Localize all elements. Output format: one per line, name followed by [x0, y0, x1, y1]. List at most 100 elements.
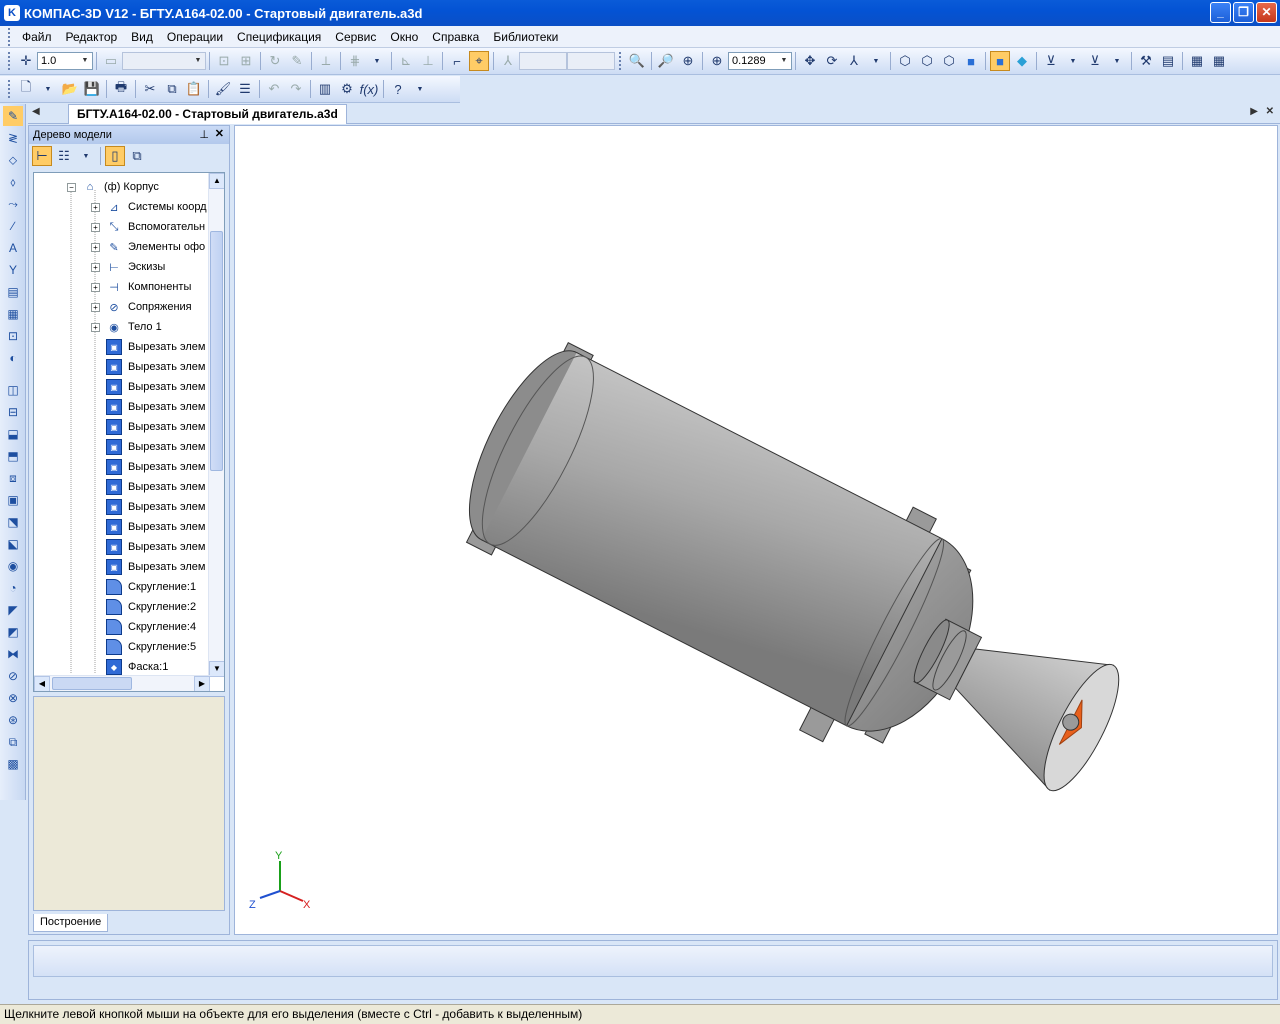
tree-item[interactable]: − ⌂ (ф) Корпус — [67, 177, 159, 197]
rib-icon[interactable]: ⬔ — [3, 512, 23, 532]
tree-item[interactable]: ▣ Вырезать элем — [91, 337, 205, 357]
cut-icon[interactable]: ✂ — [140, 79, 160, 99]
tab-build[interactable]: Построение — [33, 914, 109, 932]
tree-item[interactable]: ▣ Вырезать элем — [91, 537, 205, 557]
menu-file[interactable]: Файл — [15, 30, 59, 44]
tree-item[interactable]: ▣ Вырезать элем — [91, 497, 205, 517]
tree-item[interactable]: Скругление:5 — [91, 637, 196, 657]
zoom-combo[interactable]: 0.1289 ▼ — [728, 52, 792, 70]
chevron-down-icon[interactable]: ▼ — [79, 54, 91, 68]
properties-icon[interactable]: ☰ — [235, 79, 255, 99]
tree-item[interactable]: ◆ Фаска:1 — [91, 657, 168, 677]
scroll-left-icon[interactable]: ◀ — [34, 676, 50, 691]
tree-item[interactable]: ▣ Вырезать элем — [91, 377, 205, 397]
split-icon[interactable]: ⊗ — [3, 688, 23, 708]
hscroll-thumb[interactable] — [52, 677, 132, 690]
menu-grip[interactable] — [8, 27, 11, 46]
halftone-edges-icon[interactable]: ■ — [990, 51, 1010, 71]
scroll-thumb[interactable] — [210, 231, 223, 471]
tree-item[interactable]: ▣ Вырезать элем — [91, 357, 205, 377]
coordinates-icon[interactable]: ⅄ — [498, 51, 518, 71]
extrude-icon[interactable]: ◫ — [3, 380, 23, 400]
variables-icon[interactable]: f(x) — [359, 79, 379, 99]
orientation-icon[interactable]: ⊞ — [236, 51, 256, 71]
format-painter-icon[interactable]: 🖌 — [213, 79, 233, 99]
chevron-down-icon[interactable]: ▼ — [192, 54, 204, 68]
close-panel-icon[interactable]: ✕ — [215, 127, 224, 140]
sketch-tools-icon[interactable]: ≷ — [3, 128, 23, 148]
menu-window[interactable]: Окно — [383, 30, 425, 44]
grid-icon[interactable]: ⋕ — [345, 51, 365, 71]
dimensions-icon[interactable]: ∕ — [3, 216, 23, 236]
chevron-down-icon[interactable]: ▼ — [410, 79, 430, 99]
annotations-icon[interactable]: A — [3, 238, 23, 258]
section-icon[interactable]: ⊘ — [3, 666, 23, 686]
menu-libraries[interactable]: Библиотеки — [486, 30, 565, 44]
rotate-body-icon[interactable]: ⬓ — [3, 424, 23, 444]
close-doc-icon[interactable]: ✕ — [1266, 106, 1274, 117]
rotate-icon[interactable]: ⟳ — [822, 51, 842, 71]
menu-view[interactable]: Вид — [124, 30, 160, 44]
boolean-icon[interactable]: ⧈ — [3, 468, 23, 488]
tree-item[interactable]: ▣ Вырезать элем — [91, 517, 205, 537]
zoom-scale-icon[interactable]: ⊕ — [707, 51, 727, 71]
coord-x-field[interactable] — [519, 52, 567, 70]
expand-toggle-icon[interactable]: + — [91, 242, 100, 252]
tree-item[interactable]: ▣ Вырезать элем — [91, 417, 205, 437]
toolbar-grip[interactable] — [619, 52, 622, 70]
zoom-in-icon[interactable]: ⊕ — [678, 51, 698, 71]
ortho-mode-icon[interactable]: ⌐ — [447, 51, 467, 71]
build-order-icon[interactable]: ⊢ — [32, 146, 52, 166]
paste-icon[interactable]: 📋 — [184, 79, 204, 99]
save-icon[interactable]: 💾 — [82, 79, 102, 99]
select-filter-icon[interactable]: ⊻ — [1085, 51, 1105, 71]
chevron-down-icon[interactable]: ▼ — [367, 51, 387, 71]
mirror-icon[interactable]: ⧓ — [3, 644, 23, 664]
menu-operations[interactable]: Операции — [160, 30, 230, 44]
draft-icon[interactable]: ◩ — [3, 622, 23, 642]
thread-icon[interactable]: ⊛ — [3, 710, 23, 730]
relations-icon[interactable]: ⧉ — [127, 146, 147, 166]
menu-service[interactable]: Сервис — [328, 30, 383, 44]
arrays-icon[interactable]: ⤳ — [3, 194, 23, 214]
chevron-down-icon[interactable]: ▼ — [866, 51, 886, 71]
close-button[interactable]: ✕ — [1256, 2, 1277, 23]
tree-item[interactable]: Скругление:1 — [91, 577, 196, 597]
filter-icon[interactable]: ⊻ — [1041, 51, 1061, 71]
menu-editor[interactable]: Редактор — [59, 30, 125, 44]
reports-icon[interactable]: ▦ — [3, 304, 23, 324]
tree-item[interactable]: + ◉ Тело 1 — [91, 317, 162, 337]
scroll-down-icon[interactable]: ▼ — [209, 661, 224, 677]
tree-item[interactable]: ▣ Вырезать элем — [91, 397, 205, 417]
tree-item[interactable]: Скругление:2 — [91, 597, 196, 617]
shell-icon[interactable]: ▣ — [3, 490, 23, 510]
new-document-icon[interactable]: 🗋 — [16, 79, 36, 99]
cut-extrude-icon[interactable]: ⬕ — [3, 534, 23, 554]
snap-toggle-icon[interactable]: ⌖ — [469, 51, 489, 71]
expand-toggle-icon[interactable]: + — [91, 222, 100, 232]
open-folder-icon[interactable]: 📂 — [60, 79, 80, 99]
expand-toggle-icon[interactable]: + — [91, 302, 100, 312]
tree-item[interactable]: + ✎ Элементы офо — [91, 237, 205, 257]
redo-icon[interactable]: ↷ — [286, 79, 306, 99]
thin-hidden-lines-icon[interactable]: ⬡ — [939, 51, 959, 71]
scroll-up-icon[interactable]: ▲ — [209, 173, 224, 189]
tree-hscrollbar[interactable]: ◀ ▶ — [34, 675, 210, 691]
fillet-tool-icon[interactable]: ◔ — [3, 578, 23, 598]
tree-item[interactable]: ▣ Вырезать элем — [91, 437, 205, 457]
tools-icon[interactable]: ⚒ — [1136, 51, 1156, 71]
pattern-icon[interactable]: ⧉ — [3, 732, 23, 752]
wireframe-icon[interactable]: ⬡ — [895, 51, 915, 71]
chevron-down-icon[interactable]: ▼ — [76, 146, 96, 166]
rotate-disabled-icon[interactable]: ↻ — [265, 51, 285, 71]
copy-icon[interactable]: ⧉ — [162, 79, 182, 99]
orientation-icon[interactable]: ⊡ — [214, 51, 234, 71]
toolbar-grip[interactable] — [8, 80, 11, 98]
tab-document[interactable]: БГТУ.А164-02.00 - Стартовый двигатель.a3… — [68, 104, 347, 124]
scroll-right-icon[interactable]: ▶ — [194, 676, 210, 691]
tree-item[interactable]: + ⊿ Системы коорд — [91, 197, 207, 217]
model-viewport[interactable]: Y X Z — [234, 125, 1278, 935]
library-manager-icon[interactable]: ⚙ — [337, 79, 357, 99]
manager-icon[interactable]: ▥ — [315, 79, 335, 99]
step-cursor-icon[interactable]: ✛ — [16, 51, 36, 71]
